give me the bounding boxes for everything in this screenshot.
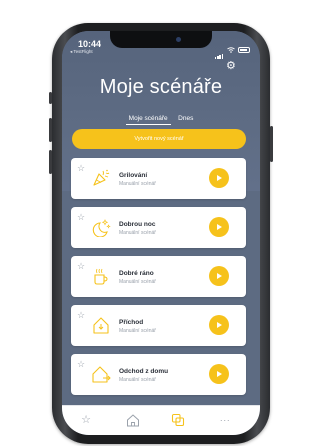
favorite-star-icon[interactable]: ☆ — [77, 311, 85, 320]
phone-side-button — [49, 92, 52, 104]
battery-icon — [238, 47, 250, 53]
play-button[interactable] — [209, 266, 229, 286]
scenario-name: Příchod — [119, 319, 144, 326]
more-icon[interactable]: ··· — [217, 412, 233, 428]
home-leave-icon — [92, 366, 111, 383]
camera-icon — [176, 37, 181, 42]
scenario-type: Manuální scénář — [119, 328, 156, 334]
home-arrive-icon — [93, 317, 109, 334]
status-time: 10:44 — [78, 39, 102, 49]
play-button[interactable] — [209, 364, 229, 384]
scenario-name: Dobrou noc — [119, 221, 156, 228]
favorite-star-icon[interactable]: ☆ — [77, 213, 85, 222]
gear-icon[interactable]: ⚙ — [226, 59, 236, 72]
moon-stars-icon — [92, 219, 111, 237]
home-icon[interactable] — [125, 412, 141, 428]
scenario-card[interactable]: ☆ Grilování Manuální scénář — [71, 158, 246, 199]
scenario-name: Odchod z domu — [119, 368, 169, 375]
page-title: Moje scénáře — [99, 76, 223, 98]
app-screen: 10:44 ◂ TestFlight ⚙ Moje scénáře Moje s… — [62, 31, 260, 435]
scenarios-icon[interactable] — [170, 412, 186, 428]
scenario-type: Manuální scénář — [119, 230, 156, 236]
scenario-name: Grilování — [119, 172, 148, 179]
play-button[interactable] — [209, 168, 229, 188]
status-icons — [214, 41, 250, 59]
wifi-icon — [227, 47, 235, 53]
scenario-type: Manuální scénář — [119, 181, 156, 187]
scenario-name: Dobré ráno — [119, 270, 154, 277]
favorite-star-icon[interactable]: ☆ — [77, 164, 85, 173]
favorite-star-icon[interactable]: ☆ — [77, 262, 85, 271]
phone-volume-down — [49, 150, 52, 174]
scenario-type: Manuální scénář — [119, 279, 156, 285]
phone-volume-up — [49, 118, 52, 142]
scenario-type: Manuální scénář — [119, 377, 156, 383]
party-popper-icon — [93, 169, 110, 186]
scenario-card[interactable]: ☆ Odchod z domu Manuální scénář — [71, 354, 246, 395]
favorite-star-icon[interactable]: ☆ — [77, 360, 85, 369]
signal-icon — [214, 41, 224, 59]
scenario-card[interactable]: ☆ Dobrou noc Manuální scénář — [71, 207, 246, 248]
scenario-card[interactable]: ☆ Příchod Manuální scénář — [71, 305, 246, 346]
tab-today[interactable]: Dnes — [175, 115, 196, 124]
tab-my-scenarios[interactable]: Moje scénáře — [125, 115, 171, 125]
bottom-tab-bar: ☆ ··· — [62, 405, 260, 435]
tab-bar-top: Moje scénáře Dnes — [62, 107, 260, 125]
scenario-card[interactable]: ☆ Dobré ráno Manuální scénář — [71, 256, 246, 297]
star-icon[interactable]: ☆ — [78, 412, 94, 428]
notch — [110, 31, 212, 48]
coffee-cup-icon — [94, 268, 108, 285]
phone-power-button — [270, 126, 273, 162]
play-button[interactable] — [209, 315, 229, 335]
create-scenario-button[interactable]: Vytvořit nový scénář — [72, 129, 246, 149]
play-button[interactable] — [209, 217, 229, 237]
back-to-testflight[interactable]: ◂ TestFlight — [70, 49, 93, 55]
